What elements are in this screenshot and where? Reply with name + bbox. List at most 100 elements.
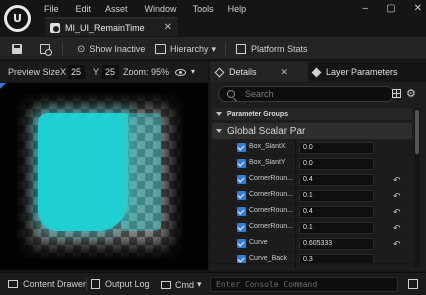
save-icon	[12, 44, 22, 54]
platform-stats-label: Platform Stats	[251, 44, 308, 54]
console-command-input[interactable]: Enter Console Command	[210, 277, 398, 292]
y-label: Y	[93, 67, 100, 77]
parameter-row: Box_SlantX 0.0	[210, 140, 414, 156]
source-control-icon[interactable]	[408, 279, 418, 289]
hierarchy-button[interactable]: Hierarchy ▾	[155, 42, 216, 56]
parameter-value-input[interactable]: 0.1	[299, 222, 374, 234]
viewport-corner-marker	[0, 83, 6, 89]
platform-stats-icon	[236, 44, 246, 54]
preview-toolbar: Preview Size X 25 Y 25 Zoom: 95% ▾	[0, 62, 208, 82]
close-window-icon[interactable]: ✕	[414, 3, 422, 14]
search-input[interactable]: Search	[218, 86, 394, 102]
parameter-value-input[interactable]: 0.4	[299, 206, 374, 218]
scrollbar-thumb[interactable]	[415, 110, 419, 154]
preview-x-input[interactable]: 25	[68, 65, 85, 79]
parameter-row: CornerRoun... 0.4 ↶	[210, 172, 414, 188]
output-log-button[interactable]: Output Log	[91, 279, 150, 289]
menu-edit[interactable]: Edit	[76, 3, 92, 15]
tab-details[interactable]: Details ✕	[210, 62, 308, 82]
hierarchy-icon	[155, 44, 166, 54]
search-icon	[227, 90, 235, 98]
enable-checkbox[interactable]	[237, 159, 246, 168]
parameter-row: Curve_Back 0.3	[210, 252, 414, 264]
parameter-value-input[interactable]: 0.1	[299, 190, 374, 202]
enable-checkbox[interactable]	[237, 191, 246, 200]
parameter-value-input[interactable]: 0.0	[299, 142, 374, 154]
save-button[interactable]	[12, 42, 22, 56]
reset-icon[interactable]: ↶	[393, 239, 401, 250]
output-log-icon	[91, 279, 100, 289]
reset-icon[interactable]: ↶	[393, 191, 401, 202]
chevron-down-icon	[216, 112, 222, 116]
parameter-name: CornerRoun...	[249, 191, 293, 198]
parameter-value-input[interactable]: 0.605333	[299, 238, 374, 250]
panel-tabs: Details ✕ Layer Parameters	[210, 62, 426, 82]
browse-button[interactable]	[40, 42, 52, 56]
eye-icon[interactable]	[175, 69, 186, 76]
asset-tab[interactable]: MI_UI_RemainTime ✕	[45, 17, 178, 36]
parameter-name: Curve_Back	[249, 255, 288, 262]
menu-help[interactable]: Help	[228, 3, 247, 15]
menu-bar: File Edit Asset Window Tools Help	[44, 3, 263, 15]
parameter-name: CornerRoun...	[249, 223, 293, 230]
reset-icon[interactable]: ↶	[393, 175, 401, 186]
chevron-down-icon	[216, 129, 222, 133]
pencil-icon	[214, 67, 225, 77]
status-bar: Content Drawer Output Log Cmd ▾ Enter Co…	[0, 272, 426, 295]
gear-icon[interactable]: ⚙	[406, 87, 416, 100]
global-scalar-label: Global Scalar Par	[227, 125, 306, 137]
parameter-groups-label: Parameter Groups	[227, 110, 289, 118]
platform-stats-button[interactable]: Platform Stats	[236, 42, 308, 56]
parameter-groups-header[interactable]: Parameter Groups	[212, 108, 412, 120]
reset-icon[interactable]: ↶	[393, 223, 401, 234]
console-placeholder: Enter Console Command	[216, 280, 318, 289]
enable-checkbox[interactable]	[237, 175, 246, 184]
parameter-name: Box_SlantY	[249, 159, 286, 166]
toolbar: ⊙ Show Inactive Hierarchy ▾ Platform Sta…	[0, 37, 426, 60]
toolbar-divider	[225, 43, 226, 55]
parameter-value-input[interactable]: 0.0	[299, 158, 374, 170]
parameter-row: CornerRoun... 0.4 ↶	[210, 204, 414, 220]
tab-details-label: Details	[229, 67, 257, 77]
menu-asset[interactable]: Asset	[105, 3, 128, 15]
output-log-label: Output Log	[105, 279, 150, 289]
preview-size-label: Preview Size	[8, 67, 61, 77]
enable-checkbox[interactable]	[237, 207, 246, 216]
toolbar-divider	[62, 43, 63, 55]
show-inactive-label: Show Inactive	[89, 44, 146, 54]
close-tab-icon[interactable]: ✕	[164, 22, 172, 33]
content-drawer-button[interactable]: Content Drawer	[8, 279, 86, 289]
menu-window[interactable]: Window	[145, 3, 177, 15]
enable-checkbox[interactable]	[237, 239, 246, 248]
cmd-dropdown[interactable]: Cmd ▾	[161, 279, 202, 290]
unreal-logo-icon[interactable]: U	[4, 5, 31, 32]
enable-checkbox[interactable]	[237, 223, 246, 232]
parameter-name: CornerRoun...	[249, 207, 293, 214]
grid-view-icon[interactable]	[392, 89, 401, 98]
parameter-row: CornerRoun... 0.1 ↶	[210, 188, 414, 204]
tab-layer-parameters[interactable]: Layer Parameters	[311, 62, 423, 82]
chevron-down-icon[interactable]: ▾	[191, 67, 195, 76]
enable-checkbox[interactable]	[237, 143, 246, 152]
menu-tools[interactable]: Tools	[193, 3, 214, 15]
show-inactive-button[interactable]: ⊙ Show Inactive	[77, 42, 145, 56]
close-tab-icon[interactable]: ✕	[281, 67, 289, 78]
parameter-row: Curve 0.605333 ↶	[210, 236, 414, 252]
parameter-value-input[interactable]: 0.4	[299, 174, 374, 186]
maximize-icon[interactable]: ▢	[386, 3, 395, 14]
global-scalar-header[interactable]: Global Scalar Par	[212, 123, 412, 139]
parameter-value-input[interactable]: 0.3	[299, 254, 374, 263]
layers-icon	[311, 67, 322, 77]
column-splitter[interactable]	[295, 140, 296, 268]
reset-icon[interactable]: ↶	[393, 207, 401, 218]
cmd-label: Cmd	[175, 279, 195, 290]
material-preview-remaining	[121, 113, 161, 231]
menu-file[interactable]: File	[44, 3, 59, 15]
status-divider	[86, 278, 87, 291]
enable-checkbox[interactable]	[237, 255, 246, 263]
preview-viewport[interactable]	[0, 83, 208, 270]
preview-y-input[interactable]: 25	[102, 65, 119, 79]
search-placeholder: Search	[245, 89, 274, 99]
hierarchy-label: Hierarchy	[170, 44, 209, 54]
minimize-icon[interactable]: –	[363, 3, 369, 14]
